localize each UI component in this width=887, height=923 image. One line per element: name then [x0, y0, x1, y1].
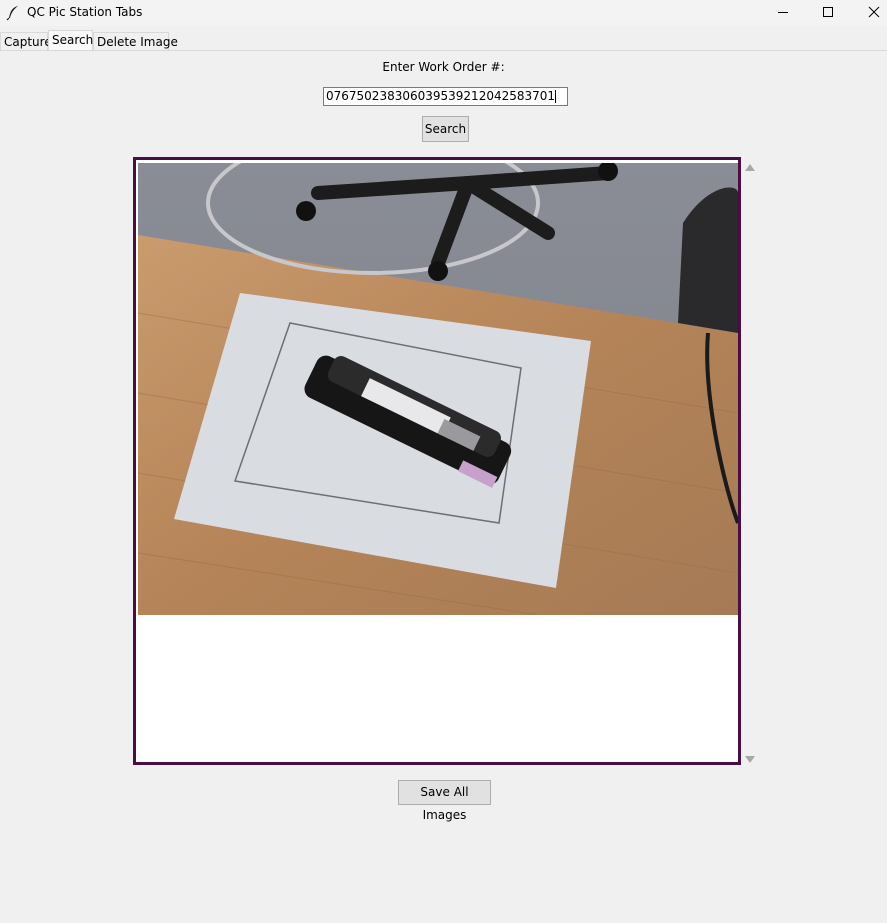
feather-icon [6, 5, 20, 21]
maximize-button[interactable] [805, 0, 851, 26]
scroll-up-icon[interactable] [745, 161, 755, 175]
tab-search[interactable]: Search [48, 30, 93, 51]
image-canvas[interactable] [133, 157, 741, 765]
work-order-value: 076750238306039539212042583701 [326, 89, 556, 103]
scroll-down-icon[interactable] [745, 753, 755, 767]
minimize-button[interactable] [760, 0, 806, 26]
close-icon [868, 6, 880, 21]
tab-divider [0, 50, 887, 51]
window-title: QC Pic Station Tabs [27, 5, 143, 19]
result-image [138, 163, 738, 615]
minimize-icon [777, 6, 789, 21]
tab-delete-image[interactable]: Delete Image [93, 32, 178, 51]
work-order-input[interactable]: 076750238306039539212042583701 [323, 87, 568, 106]
search-button[interactable]: Search [422, 116, 469, 142]
tab-capture[interactable]: Capture [0, 32, 52, 51]
text-caret [555, 90, 557, 103]
close-button[interactable] [851, 0, 887, 26]
maximize-icon [822, 6, 834, 21]
title-bar: QC Pic Station Tabs [0, 0, 887, 26]
save-all-images-button[interactable]: Save All Images [398, 780, 491, 822]
work-order-label: Enter Work Order #: [382, 60, 505, 74]
canvas-scrollbar[interactable] [742, 158, 758, 764]
